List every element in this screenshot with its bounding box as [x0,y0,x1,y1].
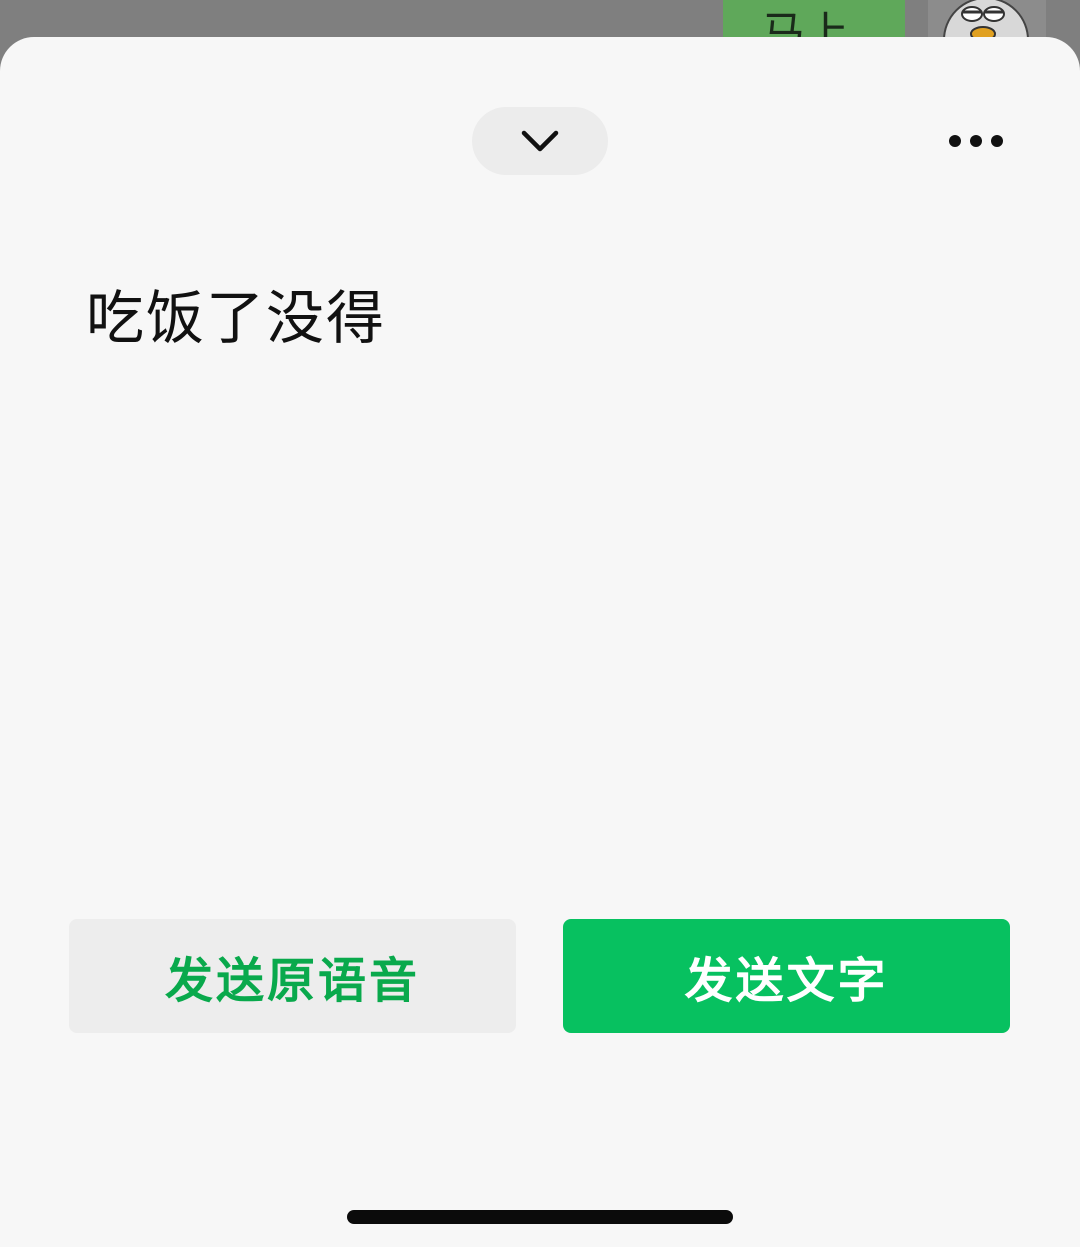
home-indicator[interactable] [347,1210,733,1224]
chevron-down-icon [521,130,559,152]
more-horizontal-icon [949,135,1003,147]
send-text-button[interactable]: 发送文字 [563,919,1010,1033]
send-voice-button[interactable]: 发送原语音 [69,919,516,1033]
transcript-text[interactable]: 吃饭了没得 [86,280,986,356]
voice-to-text-sheet: 吃饭了没得 发送原语音 发送文字 [0,37,1080,1247]
collapse-button[interactable] [472,107,608,175]
more-button[interactable] [938,115,1014,167]
